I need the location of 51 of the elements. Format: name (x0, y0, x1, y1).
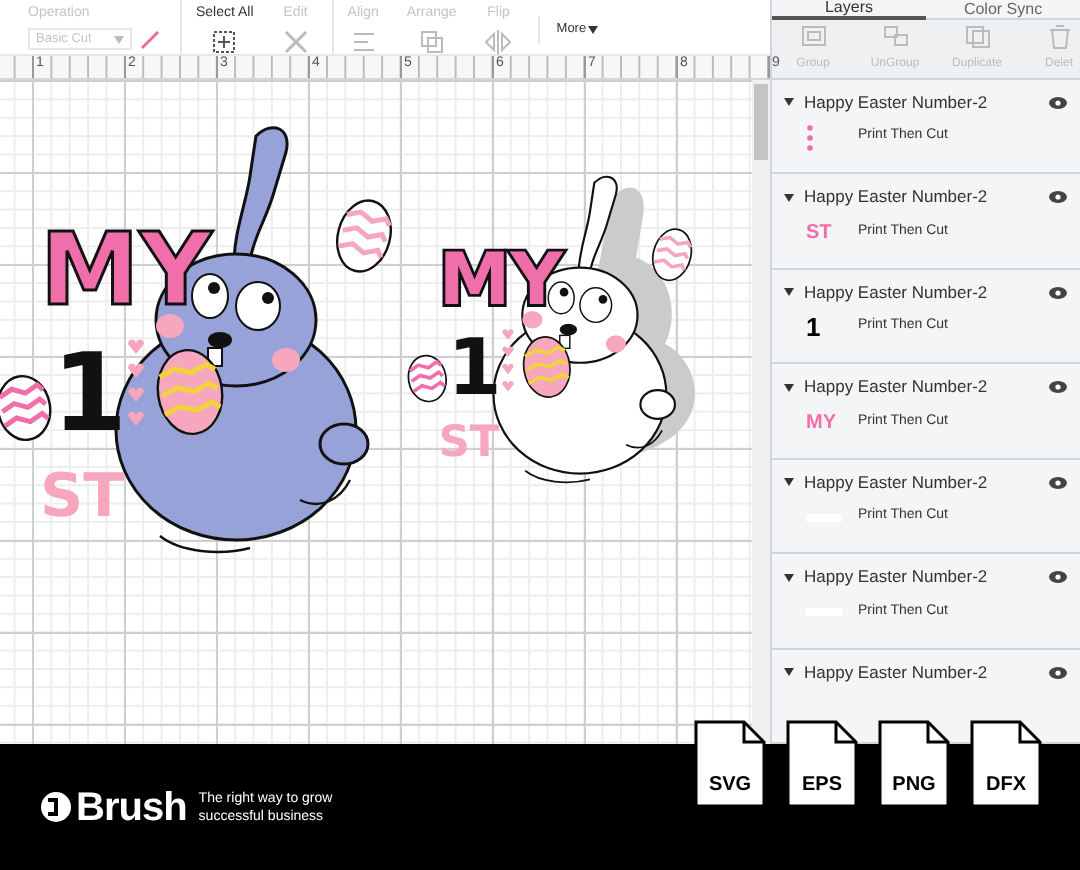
eye-icon[interactable] (1048, 570, 1068, 584)
egg-drawing (651, 228, 693, 282)
layer-thumbnail: 1 (806, 309, 821, 346)
group-icon (799, 23, 827, 50)
hearts-thumbnail (806, 123, 814, 151)
egg-drawing (336, 199, 392, 273)
eye-icon[interactable] (1048, 95, 1068, 109)
file-format-icon: DFX (970, 720, 1042, 808)
caret-icon (588, 26, 599, 34)
layer-name[interactable]: Happy Easter Number-2 (804, 659, 988, 685)
eye-icon[interactable] (1048, 475, 1068, 489)
design-suffix: ST (438, 418, 500, 469)
file-format-icon: PNG (878, 720, 950, 808)
design-number: 1 (447, 324, 502, 415)
design-suffix: ST (40, 462, 125, 532)
ungroup-icon (881, 23, 909, 50)
file-format-icon: EPS (786, 720, 858, 808)
layer-name[interactable]: Happy Easter Number-2 (804, 184, 988, 210)
layer-thumbnail: MY (806, 409, 836, 437)
egg-drawing (0, 374, 52, 442)
brush-logo-icon (40, 790, 72, 824)
pen-color-icon[interactable] (140, 29, 160, 49)
design-title: MY (40, 212, 212, 328)
layer-thumbnail: ST (806, 219, 832, 247)
layer-name[interactable]: Happy Easter Number-2 (804, 469, 988, 495)
egg-drawing (407, 354, 447, 403)
caret-icon (114, 35, 124, 43)
layer-name[interactable]: Happy Easter Number-2 (804, 374, 988, 400)
duplicate-icon (963, 23, 991, 50)
eye-icon[interactable] (1048, 285, 1068, 299)
file-format-icon: SVG (694, 720, 766, 808)
caret-icon[interactable] (784, 98, 794, 106)
hearts-drawing (128, 339, 144, 426)
layer-name[interactable]: Happy Easter Number-2 (804, 279, 988, 305)
hearts-drawing (502, 329, 514, 392)
brand-name: Brush (76, 787, 187, 827)
layer-name[interactable]: Happy Easter Number-2 (804, 564, 988, 590)
eye-icon[interactable] (1048, 380, 1068, 394)
delete-icon (1045, 23, 1073, 50)
caret-icon[interactable] (784, 573, 794, 581)
caret-icon[interactable] (784, 478, 794, 486)
layer-name[interactable]: Happy Easter Number-2 (804, 89, 988, 115)
eye-icon[interactable] (1048, 665, 1068, 679)
caret-icon[interactable] (784, 668, 794, 676)
eye-icon[interactable] (1048, 190, 1068, 204)
caret-icon[interactable] (784, 383, 794, 391)
design-number: 1 (52, 330, 128, 456)
select-all-icon[interactable] (210, 28, 239, 54)
scrollbar[interactable] (752, 80, 770, 744)
caret-icon[interactable] (784, 193, 794, 201)
caret-icon[interactable] (784, 288, 794, 296)
